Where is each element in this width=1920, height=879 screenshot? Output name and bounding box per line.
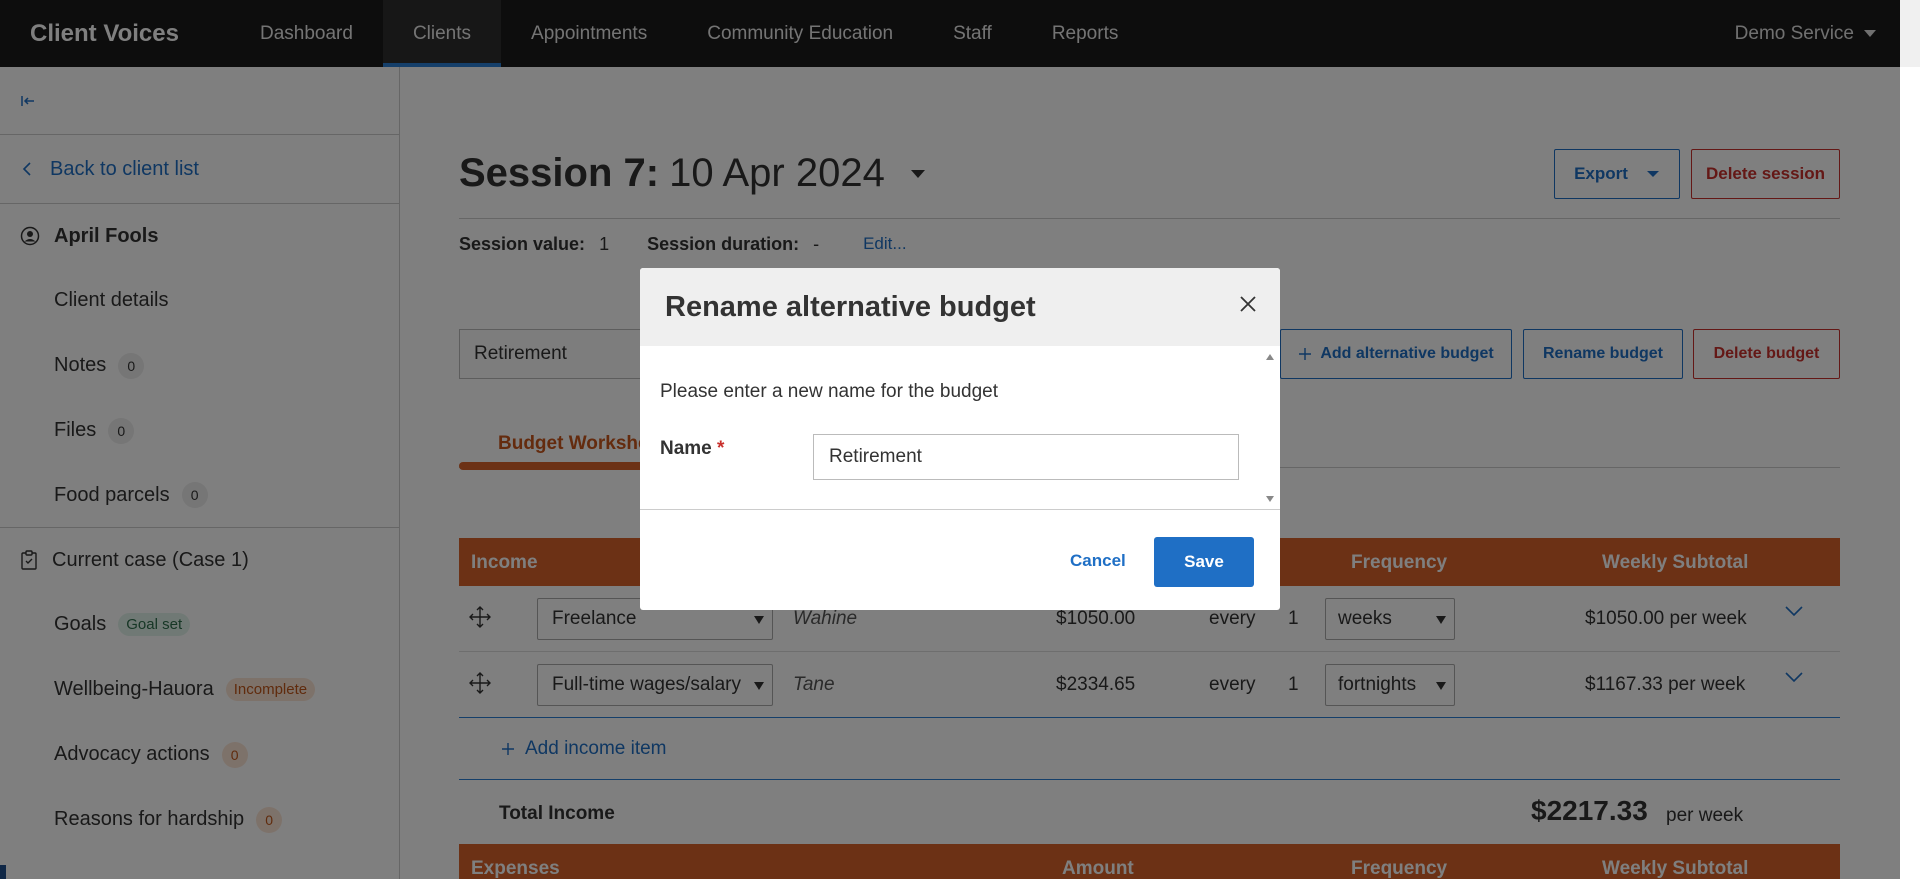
scroll-up-icon[interactable] bbox=[1266, 354, 1274, 360]
dialog-scrollbar[interactable] bbox=[1260, 346, 1280, 510]
close-icon[interactable] bbox=[1238, 294, 1258, 314]
required-indicator: * bbox=[717, 438, 725, 459]
save-button[interactable]: Save bbox=[1154, 537, 1254, 587]
budget-name-input[interactable] bbox=[813, 434, 1239, 480]
dialog-body: Please enter a new name for the budget N… bbox=[640, 346, 1280, 510]
rename-budget-dialog: Rename alternative budget Please enter a… bbox=[640, 268, 1280, 610]
name-label-text: Name bbox=[660, 438, 712, 459]
dialog-instructions: Please enter a new name for the budget bbox=[660, 381, 999, 402]
dialog-title: Rename alternative budget bbox=[665, 290, 1036, 323]
dialog-header: Rename alternative budget bbox=[640, 268, 1280, 346]
scroll-down-icon[interactable] bbox=[1266, 496, 1274, 502]
dialog-footer: Cancel Save bbox=[640, 510, 1280, 610]
cancel-button[interactable]: Cancel bbox=[1060, 537, 1136, 585]
window-scrollbar[interactable] bbox=[1900, 0, 1920, 67]
name-field-label: Name * bbox=[660, 438, 724, 460]
